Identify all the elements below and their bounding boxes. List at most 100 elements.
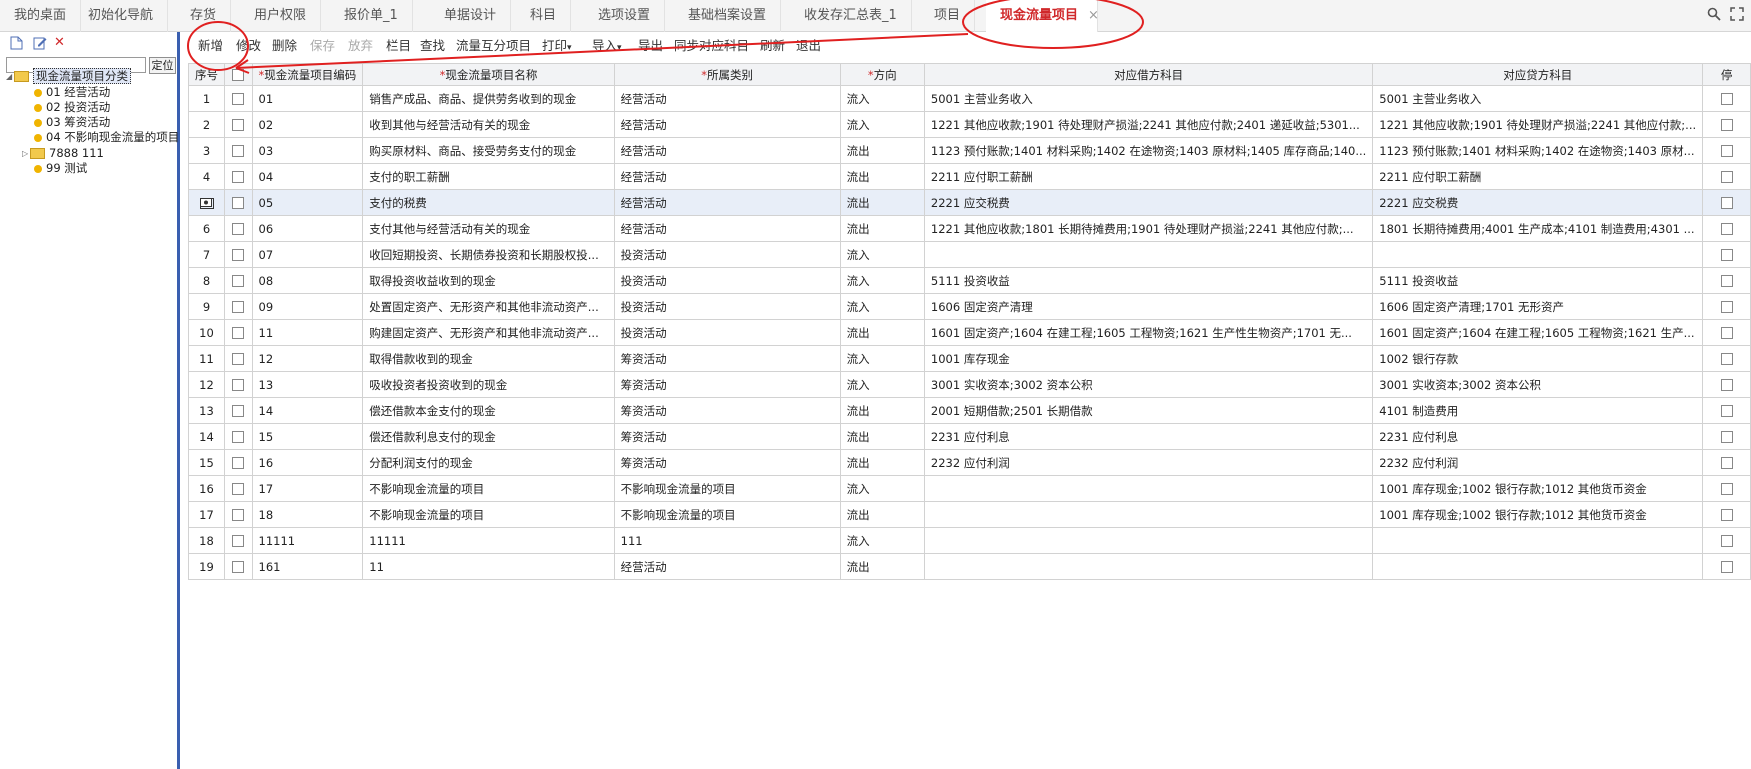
cell-name[interactable]: 11 [362, 553, 615, 580]
cell-checkbox[interactable] [224, 397, 253, 424]
cell-category[interactable]: 经营活动 [613, 85, 841, 112]
tree-item[interactable]: 99 测试 [34, 161, 87, 176]
row-checkbox[interactable] [232, 301, 245, 313]
export-button[interactable]: 导出 [638, 36, 663, 56]
cell-debit[interactable]: 5001 主营业务收入 [923, 85, 1374, 112]
header-direction[interactable]: *方向 [839, 63, 925, 86]
cell-checkbox[interactable] [224, 553, 253, 580]
cell-checkbox[interactable] [224, 137, 253, 164]
cell-credit[interactable]: 4101 制造费用 [1372, 397, 1704, 424]
cell-debit[interactable] [923, 553, 1374, 580]
cell-category[interactable]: 经营活动 [613, 111, 841, 138]
stop-checkbox[interactable] [1720, 93, 1733, 105]
cell-code[interactable]: 18 [251, 501, 364, 528]
table-row[interactable]: 6 06 支付其他与经营活动有关的现金 经营活动 流出 1221 其他应收款;1801 长… [188, 215, 1751, 242]
tree-item[interactable]: 04 不影响现金流量的项目 [34, 130, 179, 145]
cell-checkbox[interactable] [224, 267, 253, 294]
cell-category[interactable]: 投资活动 [613, 293, 841, 320]
cell-code[interactable]: 11 [251, 319, 364, 346]
stop-checkbox[interactable] [1720, 249, 1733, 261]
cell-code[interactable]: 03 [251, 137, 364, 164]
cell-debit[interactable]: 5111 投资收益 [923, 267, 1374, 294]
stop-checkbox[interactable] [1720, 405, 1733, 417]
cell-category[interactable]: 投资活动 [613, 241, 841, 268]
cell-name[interactable]: 不影响现金流量的项目 [362, 501, 615, 528]
cell-credit[interactable]: 1001 库存现金;1002 银行存款;1012 其他货币资金 [1372, 501, 1704, 528]
cell-name[interactable]: 收到其他与经营活动有关的现金 [362, 111, 615, 138]
tab-basic-archive[interactable]: 基础档案设置 [674, 0, 782, 32]
header-select-all[interactable] [224, 63, 253, 86]
cell-direction[interactable]: 流入 [839, 241, 925, 268]
delete-button[interactable]: 删除 [272, 36, 297, 56]
cell-code[interactable]: 06 [251, 215, 364, 242]
cell-direction[interactable]: 流出 [839, 397, 925, 424]
tab-inout-summary[interactable]: 收发存汇总表_1 [790, 0, 912, 32]
header-stop[interactable]: 停 [1702, 63, 1751, 86]
cell-credit[interactable]: 3001 实收资本;3002 资本公积 [1372, 371, 1704, 398]
cell-credit[interactable]: 5001 主营业务收入 [1372, 85, 1704, 112]
cell-credit[interactable]: 1123 预付账款;1401 材料采购;1402 在途物资;1403 原材... [1372, 137, 1704, 164]
stop-checkbox[interactable] [1720, 275, 1733, 287]
cell-category[interactable]: 不影响现金流量的项目 [613, 475, 841, 502]
cell-category[interactable]: 筹资活动 [613, 397, 841, 424]
stop-checkbox[interactable] [1720, 509, 1733, 521]
table-row[interactable]: 10 11 购建固定资产、无形资产和其他非流动资产... 投资活动 流出 1601 固定资… [188, 319, 1751, 346]
cell-credit[interactable]: 2211 应付职工薪酬 [1372, 163, 1704, 190]
table-row[interactable]: 8 08 取得投资收益收到的现金 投资活动 流入 5111 投资收益 5111 投资收益 [188, 267, 1751, 294]
cell-stop[interactable] [1702, 397, 1751, 424]
refresh-button[interactable]: 刷新 [760, 36, 785, 56]
cell-checkbox[interactable] [224, 449, 253, 476]
cell-checkbox[interactable] [224, 371, 253, 398]
cell-debit[interactable] [923, 527, 1374, 554]
cell-code[interactable]: 04 [251, 163, 364, 190]
header-debit[interactable]: 对应借方科目 [923, 63, 1374, 86]
table-row[interactable]: 17 18 不影响现金流量的项目 不影响现金流量的项目 流出 1001 库存现金;1002… [188, 501, 1751, 528]
fullscreen-icon[interactable] [1730, 7, 1744, 25]
flow-split-button[interactable]: 流量互分项目 [456, 36, 531, 56]
cell-debit[interactable]: 1601 固定资产;1604 在建工程;1605 工程物资;1621 生产性生物… [923, 319, 1374, 346]
close-icon[interactable]: × [1088, 8, 1099, 23]
save-button[interactable]: 保存 [310, 36, 335, 56]
import-button[interactable]: 导入▾ [592, 36, 622, 58]
cell-debit[interactable]: 2232 应付利润 [923, 449, 1374, 476]
cell-debit[interactable]: 2231 应付利息 [923, 423, 1374, 450]
row-checkbox[interactable] [232, 509, 245, 521]
row-checkbox[interactable] [232, 275, 245, 287]
cell-credit[interactable] [1372, 241, 1704, 268]
tab-form-design[interactable]: 单据设计 [430, 0, 512, 32]
cell-category[interactable]: 111 [613, 527, 841, 554]
cell-code[interactable]: 02 [251, 111, 364, 138]
cell-checkbox[interactable] [224, 345, 253, 372]
cell-checkbox[interactable] [224, 85, 253, 112]
tree-item[interactable]: 02 投资活动 [34, 100, 110, 115]
exit-button[interactable]: 退出 [796, 36, 821, 56]
cell-stop[interactable] [1702, 501, 1751, 528]
cell-credit[interactable]: 1221 其他应收款;1901 待处理财产损溢;2241 其他应付款;... [1372, 111, 1704, 138]
cell-category[interactable]: 经营活动 [613, 189, 841, 216]
cell-name[interactable]: 吸收投资者投资收到的现金 [362, 371, 615, 398]
search-icon[interactable] [1707, 7, 1721, 25]
tree-item[interactable]: 03 筹资活动 [34, 115, 110, 130]
cell-credit[interactable]: 2221 应交税费 [1372, 189, 1704, 216]
table-row[interactable]: 1 01 销售产成品、商品、提供劳务收到的现金 经营活动 流入 5001 主营业务收入 50… [188, 85, 1751, 112]
cell-category[interactable]: 经营活动 [613, 553, 841, 580]
stop-checkbox[interactable] [1720, 171, 1733, 183]
table-row[interactable]: 05 支付的税费 经营活动 流出 2221 应交税费 2221 应交税费 [188, 189, 1751, 216]
cell-code[interactable]: 08 [251, 267, 364, 294]
cell-stop[interactable] [1702, 241, 1751, 268]
cell-direction[interactable]: 流入 [839, 267, 925, 294]
table-row[interactable]: 2 02 收到其他与经营活动有关的现金 经营活动 流入 1221 其他应收款;1901 待… [188, 111, 1751, 138]
delete-icon[interactable]: ✕ [54, 36, 68, 50]
cell-credit[interactable]: 1001 库存现金;1002 银行存款;1012 其他货币资金 [1372, 475, 1704, 502]
cell-name[interactable]: 不影响现金流量的项目 [362, 475, 615, 502]
cell-code[interactable]: 07 [251, 241, 364, 268]
row-checkbox[interactable] [232, 145, 245, 157]
modify-button[interactable]: 修改 [236, 36, 261, 56]
cell-name[interactable]: 销售产成品、商品、提供劳务收到的现金 [362, 85, 615, 112]
edit-icon[interactable] [33, 36, 47, 50]
stop-checkbox[interactable] [1720, 535, 1733, 547]
cell-debit[interactable]: 1123 预付账款;1401 材料采购;1402 在途物资;1403 原材料;1… [923, 137, 1374, 164]
cell-checkbox[interactable] [224, 189, 253, 216]
table-row[interactable]: 3 03 购买原材料、商品、接受劳务支付的现金 经营活动 流出 1123 预付账款;140… [188, 137, 1751, 164]
cell-debit[interactable]: 1001 库存现金 [923, 345, 1374, 372]
